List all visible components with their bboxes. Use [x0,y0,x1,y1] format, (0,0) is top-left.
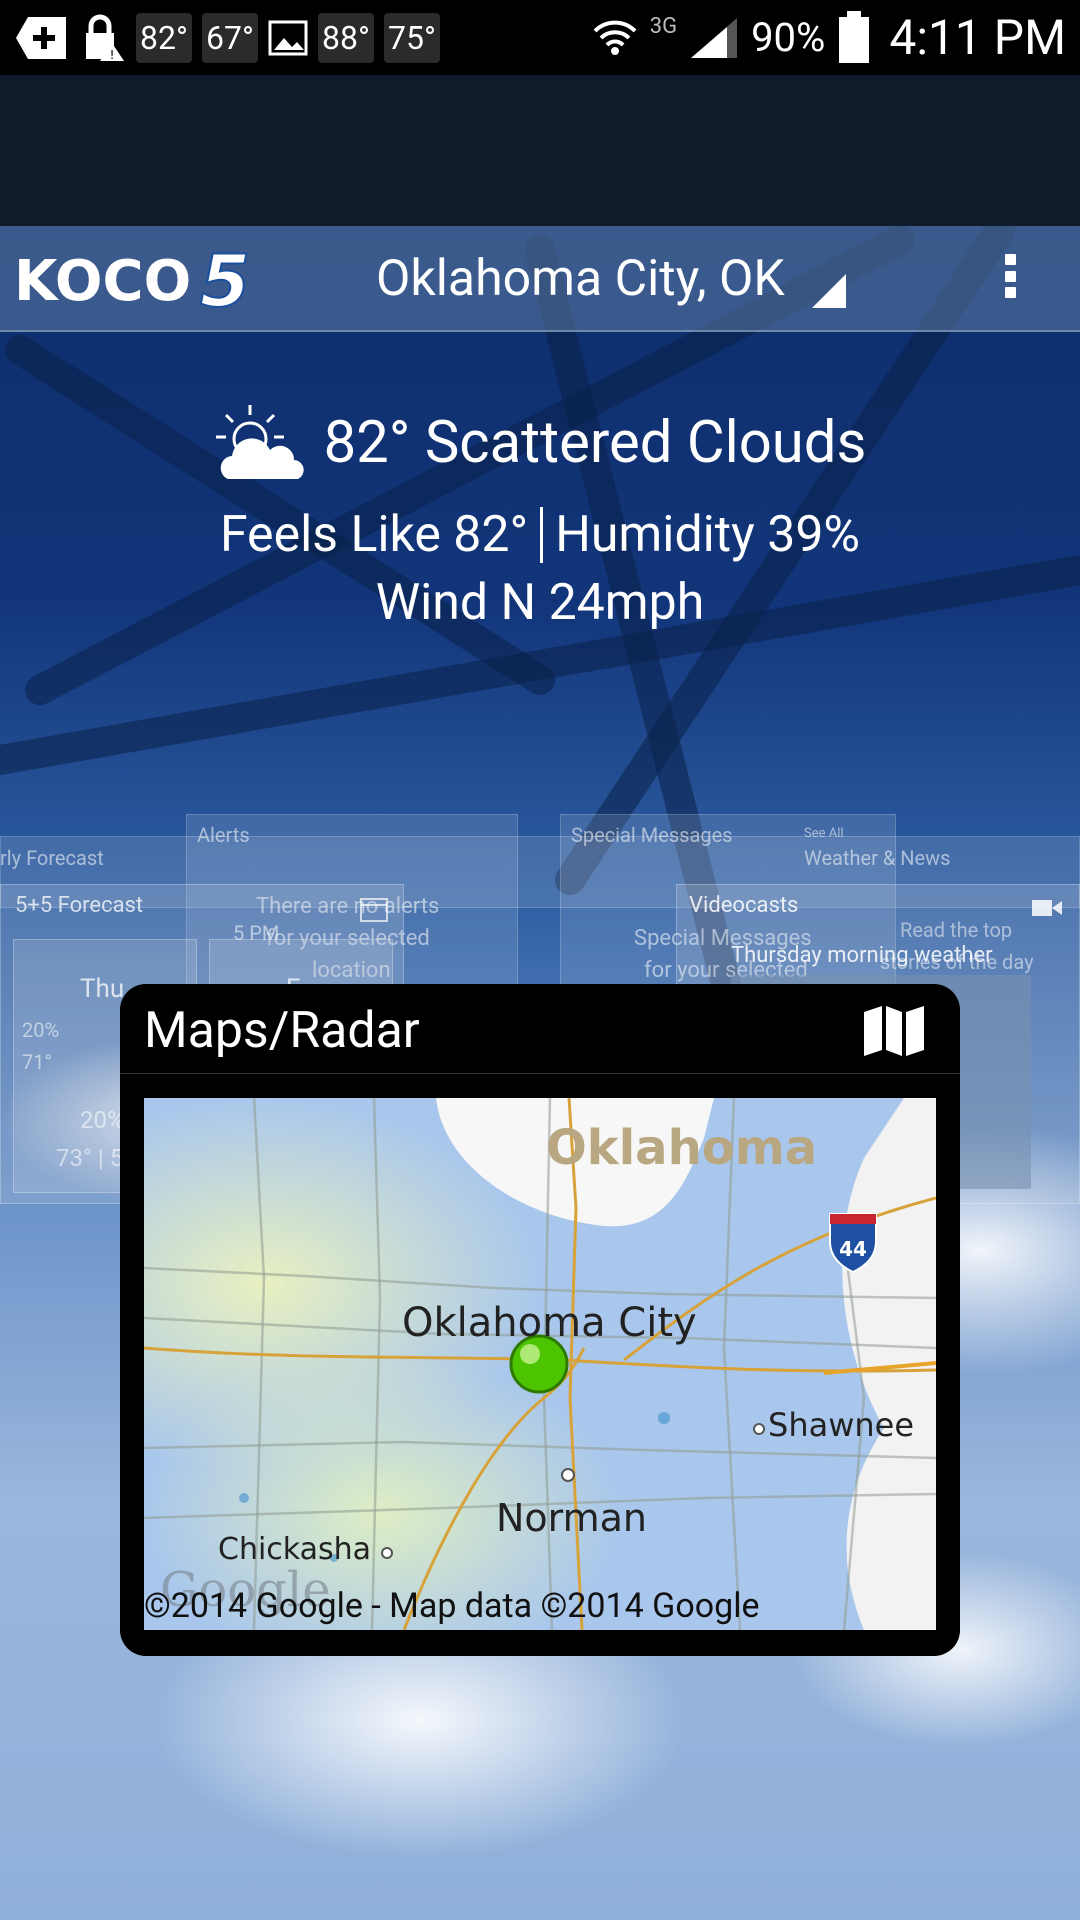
current-conditions: 82° Scattered Clouds Feels Like 82° Humi… [0,398,1080,632]
map-copyright: ©2014 Google - Map data ©2014 Google [144,1586,760,1626]
maps-radar-title: Maps/Radar [144,1002,420,1060]
forecast-day: Thu [80,974,125,1004]
battery-icon [837,10,871,63]
location-selector[interactable]: Oklahoma City, OK [376,226,785,332]
map-icon [864,1006,924,1056]
signal-icon [689,14,739,62]
hourly-forecast-title: rly Forecast [0,846,104,870]
videocast-item-title: Thursday morning weather [731,943,993,968]
detail-divider [540,507,544,563]
overflow-menu-button[interactable] [990,246,1030,306]
image-notification-icon [268,14,308,62]
forecast-low: 71° [22,1050,52,1074]
forecast-pct: 20% [22,1018,60,1042]
current-condition: 82° Scattered Clouds [323,409,867,477]
radar-map[interactable]: 44 Oklahoma Oklahoma City Shawnee Norman… [144,1098,936,1630]
maps-radar-header: Maps/Radar [120,984,960,1074]
map-label-oklahoma-city: Oklahoma City [402,1300,697,1346]
partly-cloudy-icon [215,405,304,479]
humidity: Humidity 39% [555,506,861,564]
temp-notification-3: 88° [318,12,374,63]
feels-like: Feels Like 82° [219,506,529,564]
special-messages-title: Special Messages [571,823,733,847]
temp-notification-2: 67° [202,12,258,63]
location-dropdown-icon[interactable] [812,270,848,312]
koco5-logo: KOCO 5 [14,246,251,312]
calendar-icon [360,898,388,922]
location-label: Oklahoma City, OK [376,250,785,308]
videocasts-title: Videocasts [689,893,799,918]
forecast-pct-2: 20% [80,1106,125,1134]
video-camera-icon [1032,900,1062,916]
map-label-oklahoma: Oklahoma [546,1120,818,1176]
battery-percent: 90% [751,14,826,61]
lock-warning-icon: ! [78,14,126,62]
alerts-title: Alerts [197,823,250,847]
forecast-hilo: 73° | 5 [56,1144,124,1172]
svg-text:KOCO: KOCO [14,249,191,312]
svg-text:!: ! [110,48,115,62]
maps-radar-card[interactable]: Maps/Radar 44 Oklahoma Oklahoma City Sha… [120,984,960,1656]
weather-news-title: Weather & News [804,846,951,870]
clock: 4:11 PM [889,9,1066,66]
map-label-norman: Norman [496,1496,648,1540]
wind: Wind N 24mph [375,574,705,632]
status-bar: ! 82° 67° 88° 75° 3G 90% 4:11 PM [0,0,1080,75]
app-header: KOCO 5 Oklahoma City, OK [0,226,1080,332]
forecast-title: 5+5 Forecast [15,893,144,918]
temp-notification-4: 75° [384,12,440,63]
svg-text:5: 5 [200,246,250,312]
add-notification-icon [14,14,68,62]
wifi-icon [592,14,638,62]
svg-text:44: 44 [839,1237,867,1261]
temp-notification-1: 82° [136,12,192,63]
network-type: 3G [649,14,678,39]
map-label-shawnee: Shawnee [768,1406,915,1444]
see-all-link[interactable]: See All [804,826,844,841]
